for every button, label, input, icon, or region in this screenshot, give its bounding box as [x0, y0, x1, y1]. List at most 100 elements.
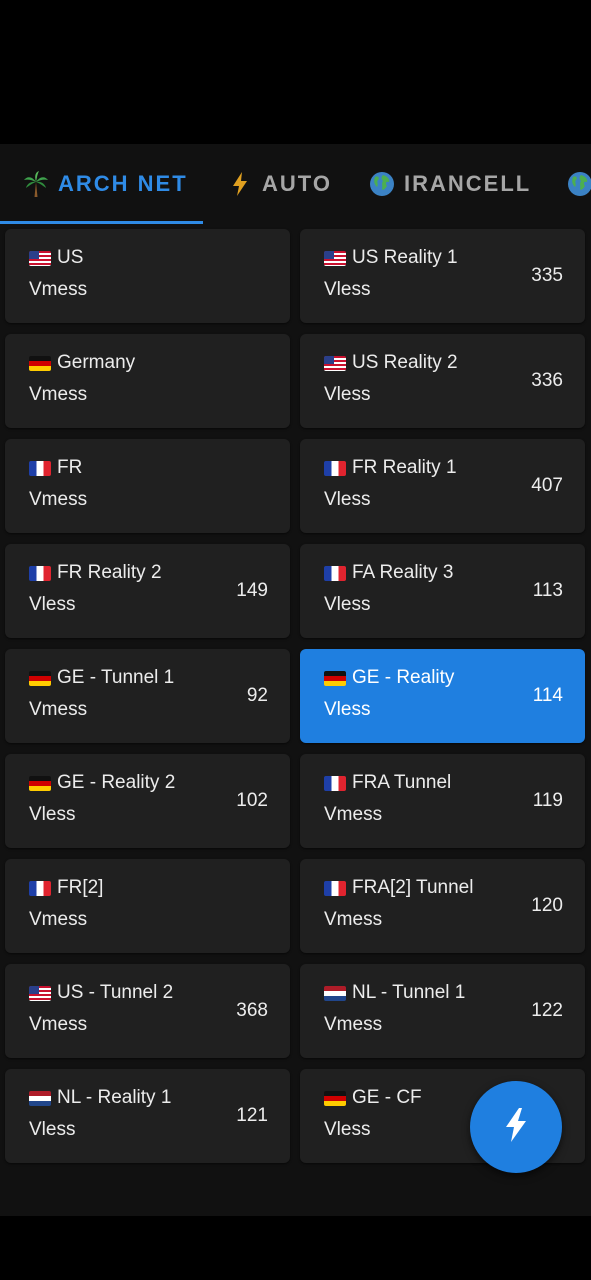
server-ping: 149 [236, 580, 268, 601]
server-protocol: Vless [324, 279, 371, 300]
us-flag-icon [29, 250, 51, 266]
server-card[interactable]: US Reality 1 Vless 335 [300, 229, 585, 323]
netherlands-flag-icon [324, 985, 346, 1001]
server-card[interactable]: US Vmess [5, 229, 290, 323]
tab-auto[interactable]: AUTO [226, 144, 332, 224]
server-ping: 336 [531, 370, 563, 391]
server-protocol: Vless [29, 1119, 76, 1140]
server-card[interactable]: FR[2] Vmess [5, 859, 290, 953]
lightning-icon [501, 1107, 531, 1148]
server-ping: 92 [246, 685, 268, 706]
server-ping: 120 [531, 895, 563, 916]
server-protocol: Vmess [29, 699, 88, 720]
server-ping: 407 [531, 475, 563, 496]
server-name: GE - Reality 2 [57, 772, 176, 793]
tab-arch-net[interactable]: ARCH NET [22, 144, 188, 224]
server-ping: 122 [531, 1000, 563, 1021]
tab-more[interactable] [566, 144, 591, 224]
status-bar-area [0, 0, 591, 144]
server-card[interactable]: Germany Vmess [5, 334, 290, 428]
server-card[interactable]: NL - Tunnel 1 Vmess 122 [300, 964, 585, 1058]
server-card[interactable]: FRA Tunnel Vmess 119 [300, 754, 585, 848]
server-ping: 335 [531, 265, 563, 286]
france-flag-icon [324, 775, 346, 791]
server-protocol: Vmess [29, 909, 88, 930]
app-content: ARCH NET AUTO IRANCELL US Vmess US Reali… [0, 144, 591, 1216]
server-protocol: Vmess [29, 489, 88, 510]
germany-flag-icon [29, 775, 51, 791]
us-flag-icon [324, 355, 346, 371]
server-card[interactable]: US Reality 2 Vless 336 [300, 334, 585, 428]
server-ping: 102 [236, 790, 268, 811]
server-ping: 119 [532, 790, 563, 811]
server-protocol: Vless [324, 489, 371, 510]
server-name: FR [57, 457, 83, 478]
france-flag-icon [29, 460, 51, 476]
server-protocol: Vless [29, 594, 76, 615]
server-name: NL - Reality 1 [57, 1087, 172, 1108]
netherlands-flag-icon [29, 1090, 51, 1106]
server-card[interactable]: GE - Reality 2 Vless 102 [5, 754, 290, 848]
server-name: FRA[2] Tunnel [352, 877, 474, 898]
server-name: NL - Tunnel 1 [352, 982, 466, 1003]
server-card[interactable]: FR Reality 1 Vless 407 [300, 439, 585, 533]
server-name: US - Tunnel 2 [57, 982, 174, 1003]
germany-flag-icon [324, 1090, 346, 1106]
server-protocol: Vless [29, 804, 76, 825]
tab-label: IRANCELL [404, 171, 532, 196]
server-card[interactable]: GE - Tunnel 1 Vmess 92 [5, 649, 290, 743]
globe-icon [566, 170, 591, 198]
france-flag-icon [324, 460, 346, 476]
server-card-selected[interactable]: GE - Reality Vless 114 [300, 649, 585, 743]
server-card[interactable]: FR Reality 2 Vless 149 [5, 544, 290, 638]
france-flag-icon [324, 565, 346, 581]
palm-tree-icon [22, 170, 50, 198]
germany-flag-icon [29, 355, 51, 371]
france-flag-icon [29, 880, 51, 896]
tab-irancell[interactable]: IRANCELL [368, 144, 531, 224]
server-card[interactable]: NL - Reality 1 Vless 121 [5, 1069, 290, 1163]
server-name: GE - CF [352, 1087, 422, 1108]
server-ping: 113 [532, 580, 563, 601]
server-protocol: Vless [324, 594, 371, 615]
germany-flag-icon [324, 670, 346, 686]
server-protocol: Vmess [29, 384, 88, 405]
server-name: GE - Reality [352, 667, 455, 688]
server-name: FR Reality 1 [352, 457, 457, 478]
server-card[interactable]: FR Vmess [5, 439, 290, 533]
server-name: Germany [57, 352, 136, 373]
connect-fab-button[interactable] [470, 1081, 562, 1173]
france-flag-icon [29, 565, 51, 581]
server-name: US [57, 247, 84, 268]
server-ping: 114 [532, 685, 563, 706]
server-card[interactable]: FA Reality 3 Vless 113 [300, 544, 585, 638]
server-name: FR Reality 2 [57, 562, 162, 583]
system-navigation-bar [0, 1216, 591, 1280]
server-name: FA Reality 3 [352, 562, 454, 583]
france-flag-icon [324, 880, 346, 896]
active-tab-indicator [0, 221, 203, 224]
globe-icon [368, 170, 396, 198]
server-protocol: Vmess [324, 1014, 383, 1035]
server-protocol: Vless [324, 699, 371, 720]
server-card[interactable]: US - Tunnel 2 Vmess 368 [5, 964, 290, 1058]
server-name: FR[2] [57, 877, 104, 898]
server-name: US Reality 2 [352, 352, 458, 373]
lightning-icon [226, 170, 254, 198]
server-name: US Reality 1 [352, 247, 458, 268]
server-protocol: Vless [324, 384, 371, 405]
server-protocol: Vmess [29, 279, 88, 300]
server-name: GE - Tunnel 1 [57, 667, 175, 688]
us-flag-icon [324, 250, 346, 266]
server-protocol: Vless [324, 1119, 371, 1140]
germany-flag-icon [29, 670, 51, 686]
server-protocol: Vmess [29, 1014, 88, 1035]
tab-label: AUTO [262, 171, 332, 196]
server-name: FRA Tunnel [352, 772, 452, 793]
us-flag-icon [29, 985, 51, 1001]
server-protocol: Vmess [324, 804, 383, 825]
server-ping: 121 [236, 1105, 268, 1126]
tab-bar: ARCH NET AUTO IRANCELL [0, 144, 591, 224]
server-card[interactable]: FRA[2] Tunnel Vmess 120 [300, 859, 585, 953]
tab-label: ARCH NET [58, 171, 188, 196]
